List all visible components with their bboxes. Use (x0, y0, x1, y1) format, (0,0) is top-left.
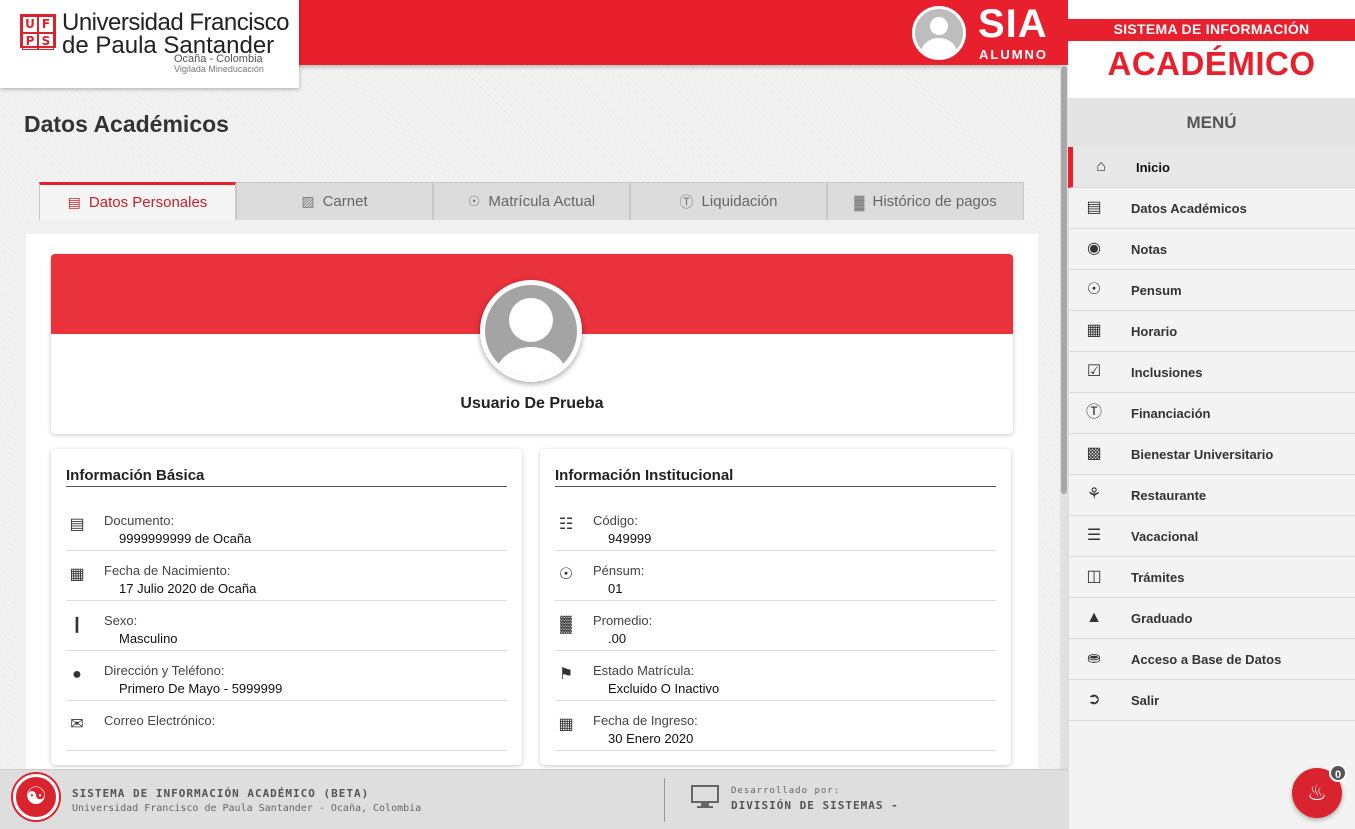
map-pin-icon: ● (72, 666, 82, 683)
credit-card-icon: ▤ (1086, 199, 1102, 216)
basic-info-card: Información Básica ▤ Documento: 99999999… (51, 449, 522, 765)
info-row-direccion: ● Dirección y Teléfono: Primero De Mayo … (66, 651, 507, 701)
sitemap-icon: ☉ (558, 566, 574, 583)
info-row-fecha-nacimiento: ▦ Fecha de Nacimiento: 17 Julio 2020 de … (66, 551, 507, 601)
books-icon: ☰ (1086, 527, 1102, 544)
tab-bar: ▤ Datos Personales ▨ Carnet ☉ Matrícula … (39, 182, 1025, 220)
footer-divider (664, 778, 665, 822)
info-row-estado-matricula: ⚑ Estado Matrícula: Excluido O Inactivo (555, 651, 996, 701)
sidebar-item-graduado[interactable]: ▲ Graduado (1068, 598, 1355, 639)
sidebar-item-tramites[interactable]: ◫ Trámites (1068, 557, 1355, 598)
tab-matricula-actual[interactable]: ☉ Matrícula Actual (433, 182, 630, 220)
barcode-icon: ☷ (558, 516, 574, 533)
dollar-icon: Ⓣ (679, 193, 694, 210)
id-card-icon: ▤ (67, 194, 81, 210)
calendar-icon: ▦ (69, 566, 85, 583)
sidebar-item-datos-academicos[interactable]: ▤ Datos Académicos (1068, 188, 1355, 229)
footer-developed-by-label: Desarrollado por: (731, 786, 841, 796)
briefcase-icon: ▩ (1086, 445, 1102, 462)
tab-liquidacion[interactable]: Ⓣ Liquidación (630, 182, 827, 220)
home-icon: ⌂ (1096, 158, 1106, 175)
profile-avatar-icon (480, 280, 582, 382)
basic-info-title: Información Básica (66, 467, 507, 487)
folder-icon: ◫ (1086, 568, 1102, 585)
ufps-logo-mark: U F P S (20, 14, 56, 50)
accessibility-icon: ☯ (25, 783, 47, 810)
page-title: Datos Académicos (24, 111, 229, 137)
sidebar-item-restaurante[interactable]: ⚘ Restaurante (1068, 475, 1355, 516)
envelope-icon: ✉ (70, 716, 84, 733)
medal-icon: ◉ (1087, 240, 1101, 257)
tab-label: Liquidación (701, 193, 778, 210)
sidebar-item-inclusiones[interactable]: ☑ Inclusiones (1068, 352, 1355, 393)
sign-out-icon: ➲ (1087, 691, 1101, 708)
sidebar-item-vacacional[interactable]: ☰ Vacacional (1068, 516, 1355, 557)
tab-label: Histórico de pagos (872, 193, 997, 210)
tab-label: Carnet (322, 193, 368, 210)
sidebar-item-financiacion[interactable]: Ⓣ Financiación (1068, 393, 1355, 434)
user-avatar-icon[interactable] (912, 6, 966, 60)
sidebar-title-small: SISTEMA DE INFORMACIÓN (1113, 21, 1310, 37)
sidebar-menu-header: MENÚ (1068, 98, 1355, 147)
info-row-pensum: ☉ Pénsum: 01 (555, 551, 996, 601)
sidebar-item-base-de-datos[interactable]: ⛂ Acceso a Base de Datos (1068, 639, 1355, 680)
tab-carnet[interactable]: ▨ Carnet (236, 182, 433, 220)
tab-label: Matrícula Actual (488, 193, 596, 210)
tab-label: Datos Personales (88, 194, 208, 211)
sidebar-item-pensum[interactable]: ☉ Pensum (1068, 270, 1355, 311)
institutional-info-card: Información Institucional ☷ Código: 9499… (540, 449, 1011, 765)
bar-chart-icon: ▓ (854, 193, 865, 210)
sidebar-item-horario[interactable]: ▦ Horario (1068, 311, 1355, 352)
app-title: SIA (978, 2, 1048, 46)
info-row-sexo: ❙ Sexo: Masculino (66, 601, 507, 651)
checkbox-icon: ☑ (1086, 363, 1102, 380)
institutional-info-title: Información Institucional (555, 467, 996, 487)
calendar-icon: ▦ (558, 716, 574, 733)
app-subtitle: ALUMNO (979, 47, 1049, 62)
info-row-codigo: ☷ Código: 949999 (555, 501, 996, 551)
sidebar-item-inicio[interactable]: ⌂ Inicio (1068, 147, 1355, 188)
info-row-promedio: ▓ Promedio: .00 (555, 601, 996, 651)
sidebar-title-big: ACADÉMICO (1107, 45, 1316, 82)
calendar-icon: ▦ (1086, 322, 1102, 339)
sidebar-item-salir[interactable]: ➲ Salir (1068, 680, 1355, 721)
database-icon: ⛂ (1087, 650, 1101, 667)
sitemap-icon: ☉ (467, 193, 481, 209)
info-row-documento: ▤ Documento: 9999999999 de Ocaña (66, 501, 507, 551)
bar-chart-icon: ▓ (560, 616, 572, 633)
badge-icon: ▨ (301, 193, 315, 209)
flag-icon: ⚑ (558, 666, 574, 683)
person-icon: ❙ (70, 616, 84, 633)
bell-icon: ♨ (1307, 780, 1327, 805)
scrollbar-thumb[interactable] (1061, 66, 1067, 494)
tab-historico-de-pagos[interactable]: ▓ Histórico de pagos (827, 182, 1024, 220)
footer-system-name: SISTEMA DE INFORMACIÓN ACADÉMICO (BETA) (72, 787, 370, 800)
tab-datos-personales[interactable]: ▤ Datos Personales (39, 182, 236, 220)
monitor-icon (691, 785, 719, 808)
profile-name: Usuario De Prueba (460, 395, 604, 412)
footer-university: Universidad Francisco de Paula Santander… (72, 803, 422, 814)
graduation-cap-icon: ▲ (1086, 609, 1102, 626)
sitemap-icon: ☉ (1086, 281, 1102, 298)
university-vigilance: Vigilada Mineducación (174, 64, 264, 74)
info-row-fecha-ingreso: ▦ Fecha de Ingreso: 30 Enero 2020 (555, 701, 996, 751)
credit-card-icon: ▤ (69, 516, 85, 533)
sidebar-item-bienestar[interactable]: ▩ Bienestar Universitario (1068, 434, 1355, 475)
dollar-icon: Ⓣ (1085, 404, 1102, 421)
notifications-count-badge: 0 (1329, 764, 1347, 782)
cutlery-icon: ⚘ (1086, 486, 1102, 503)
sidebar-item-notas[interactable]: ◉ Notas (1068, 229, 1355, 270)
accessibility-button[interactable]: ☯ (13, 774, 59, 820)
info-row-correo: ✉ Correo Electrónico: (66, 701, 507, 751)
footer-developer: DIVISIÓN DE SISTEMAS - (731, 799, 899, 812)
university-logo[interactable]: U F P S Universidad Francisco de Paula S… (0, 0, 299, 88)
